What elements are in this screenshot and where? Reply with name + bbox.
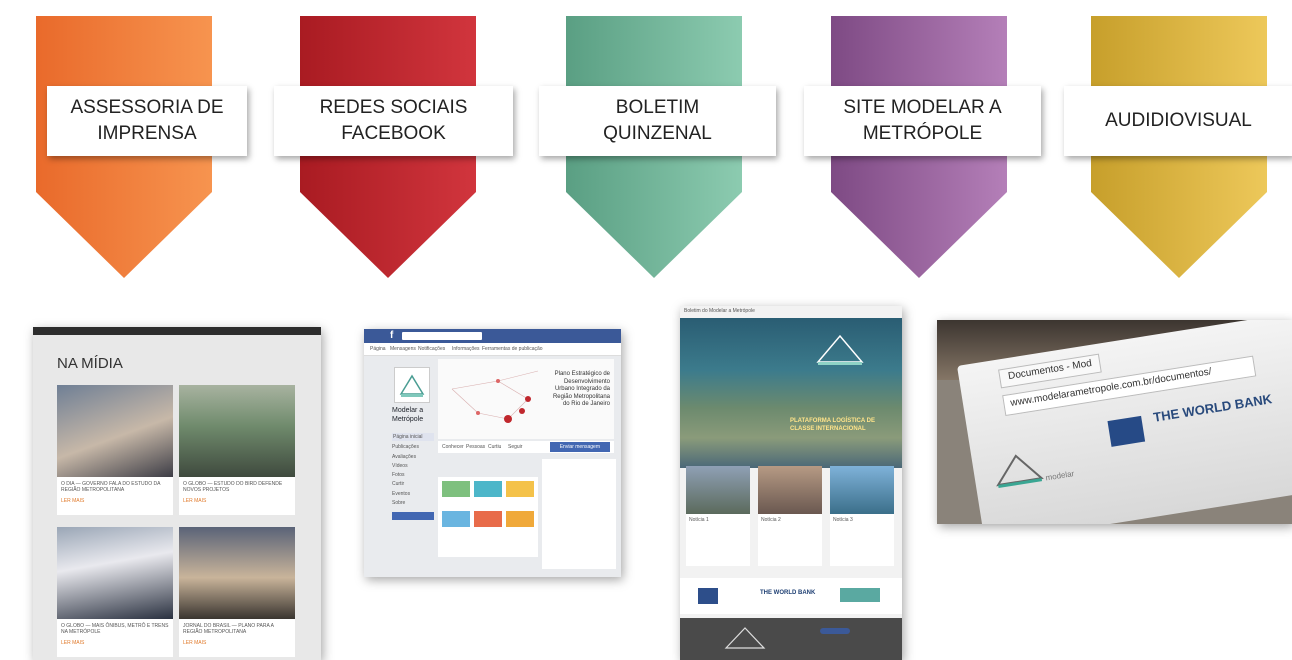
category-label-line1: AUDIDIOVISUAL <box>1105 110 1252 132</box>
category-label-line2: IMPRENSA <box>97 123 197 144</box>
category-label: ASSESSORIA DE IMPRENSA <box>47 86 247 156</box>
category-label-line2: FACEBOOK <box>341 123 446 144</box>
newsletter-headline: PLATAFORMA LOGÍSTICA DE CLASSE INTERNACI… <box>790 418 875 432</box>
category-label-line1: SITE MODELAR A <box>843 97 1002 119</box>
promote-button[interactable] <box>392 512 434 520</box>
modelar-logo-icon <box>724 627 766 649</box>
press-card-more[interactable]: LER MAIS <box>179 498 295 504</box>
tab-publishing-tools[interactable]: Ferramentas de publicação <box>482 346 543 352</box>
facebook-logo-icon: f <box>390 330 394 341</box>
press-card-caption: O GLOBO — ESTUDO DO BIRD DEFENDE NOVOS P… <box>183 481 283 494</box>
press-card-caption: O DIA — GOVERNO FALA DO ESTUDO DA REGIÃO… <box>61 481 161 494</box>
sidebar-item-about[interactable]: Sobre <box>392 500 434 506</box>
sponsor-bar: THE WORLD BANK <box>680 578 902 614</box>
category-label: AUDIDIOVISUAL <box>1064 86 1292 156</box>
tab-page[interactable]: Página <box>370 346 386 352</box>
menu-follow[interactable]: Seguir <box>508 444 522 450</box>
category-label-line1: ASSESSORIA DE <box>70 97 224 119</box>
news-item-title[interactable]: Notícia 2 <box>758 514 822 526</box>
facebook-sidebar: Página inicial Publicações Avaliações Ví… <box>392 433 434 520</box>
press-card: O GLOBO — MAIS ÔNIBUS, METRÔ E TRENS NA … <box>57 527 173 657</box>
sidebar-item-likes[interactable]: Curtir <box>392 481 434 487</box>
world-bank-logo: THE WORLD BANK <box>1152 391 1274 425</box>
facebook-topbar: f <box>364 329 621 343</box>
category-label: BOLETIM QUINZENAL <box>539 86 776 156</box>
menu-liked[interactable]: Curtiu <box>488 444 501 450</box>
category-label-line2: METRÓPOLE <box>862 123 983 144</box>
modelar-logo-icon <box>816 334 864 365</box>
press-card: O GLOBO — ESTUDO DO BIRD DEFENDE NOVOS P… <box>179 385 295 515</box>
newsletter-header: Boletim do Modelar a Metrópole <box>684 308 755 314</box>
newsletter-hero: PLATAFORMA LOGÍSTICA DE CLASSE INTERNACI… <box>680 318 902 468</box>
modelar-logo-icon <box>996 454 1044 488</box>
newsletter-news-item: Notícia 2 <box>758 466 822 566</box>
sidebar-item-reviews[interactable]: Avaliações <box>392 454 434 460</box>
press-clipping-screenshot: NA MÍDIA O DIA — GOVERNO FALA DO ESTUDO … <box>33 327 321 660</box>
press-card-caption: O GLOBO — MAIS ÔNIBUS, METRÔ E TRENS NA … <box>61 623 169 636</box>
category-label-line1: REDES SOCIAIS <box>319 97 468 119</box>
tab-notifications[interactable]: Notificações <box>418 346 445 352</box>
newsletter-news-item: Notícia 3 <box>830 466 894 566</box>
tab-messages[interactable]: Mensagens <box>390 346 416 352</box>
press-card-caption: JORNAL DO BRASIL — PLANO PARA A REGIÃO M… <box>183 623 274 636</box>
facebook-cover: Plano Estratégico de Desenvolvimento Urb… <box>438 359 614 439</box>
sidebar-item-posts[interactable]: Publicações <box>392 444 434 450</box>
cover-text: Plano Estratégico de Desenvolvimento Urb… <box>552 371 610 407</box>
facebook-page-screenshot: f Página Mensagens Notificações Informaç… <box>364 329 621 577</box>
tab-info[interactable]: Informações <box>452 346 480 352</box>
menu-know[interactable]: Conhecer <box>442 444 464 450</box>
newsletter-screenshot: Boletim do Modelar a Metrópole PLATAFORM… <box>680 306 902 660</box>
press-card: JORNAL DO BRASIL — PLANO PARA A REGIÃO M… <box>179 527 295 657</box>
category-label-line1: BOLETIM <box>615 97 700 119</box>
category-label-line2: QUINZENAL <box>603 123 712 144</box>
press-card-more[interactable]: LER MAIS <box>57 640 173 646</box>
press-card-more[interactable]: LER MAIS <box>179 640 295 646</box>
press-card-more[interactable]: LER MAIS <box>57 498 173 504</box>
government-logo-icon <box>1107 415 1146 447</box>
news-item-title[interactable]: Notícia 3 <box>830 514 894 526</box>
menu-people[interactable]: Pessoas <box>466 444 485 450</box>
send-message-button[interactable]: Enviar mensagem <box>549 442 610 453</box>
facebook-photo-grid <box>438 477 538 557</box>
profile-picture <box>394 367 430 403</box>
facebook-page-name: Modelar a Metrópole <box>392 407 424 423</box>
sidebar-item-photos[interactable]: Fotos <box>392 472 434 478</box>
video-screenshot: Documentos - Mod www.modelarametropole.c… <box>937 320 1292 524</box>
sidebar-item-videos[interactable]: Vídeos <box>392 463 434 469</box>
newsletter-footer <box>680 618 902 660</box>
sponsor-logo: THE WORLD BANK <box>760 590 816 596</box>
modelar-logo-icon <box>399 374 425 397</box>
sidebar-item-events[interactable]: Eventos <box>392 491 434 497</box>
category-label: REDES SOCIAIS FACEBOOK <box>274 86 513 156</box>
category-label: SITE MODELAR A METRÓPOLE <box>804 86 1041 156</box>
news-item-title[interactable]: Notícia 1 <box>686 514 750 526</box>
press-heading: NA MÍDIA <box>57 355 123 372</box>
press-card: O DIA — GOVERNO FALA DO ESTUDO DA REGIÃO… <box>57 385 173 515</box>
newsletter-news-item: Notícia 1 <box>686 466 750 566</box>
sidebar-item-home[interactable]: Página inicial <box>392 433 434 442</box>
